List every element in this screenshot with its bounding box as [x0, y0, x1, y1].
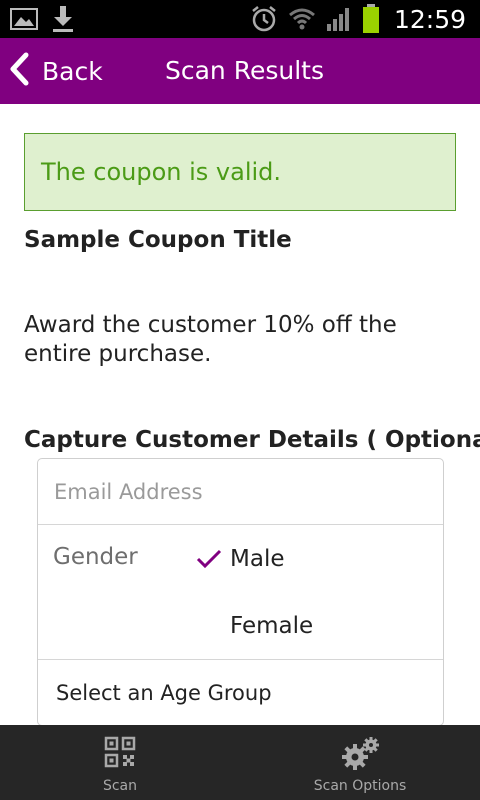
alarm-icon: [250, 5, 278, 33]
age-group-label: Select an Age Group: [56, 681, 272, 705]
nav-label: Scan Options: [313, 778, 407, 794]
nav-item-scan[interactable]: Scan: [0, 725, 240, 800]
gender-option-label: Male: [230, 546, 285, 572]
valid-status-banner: The coupon is valid.: [24, 133, 456, 211]
qr-code-icon: [104, 736, 136, 772]
back-button[interactable]: Back: [8, 38, 103, 104]
customer-details-form: Gender Male Female Select an Age Group: [37, 458, 444, 725]
coupon-title: Sample Coupon Title: [24, 227, 292, 253]
email-field[interactable]: [38, 459, 443, 525]
signal-icon: [326, 6, 352, 32]
nav-label: Scan: [102, 778, 138, 794]
coupon-description: Award the customer 10% off the entire pu…: [24, 312, 397, 367]
clock: 12:59: [393, 4, 466, 34]
scan-results-content[interactable]: The coupon is valid. Sample Coupon Title…: [0, 104, 480, 725]
battery-icon: [362, 4, 380, 34]
action-bar: Back Scan Results: [0, 38, 480, 104]
gender-label: Gender: [53, 544, 138, 570]
gender-option-male[interactable]: Male: [188, 529, 443, 589]
nav-item-scan-options[interactable]: Scan Options: [240, 725, 480, 800]
page-title: Scan Results: [165, 56, 324, 85]
age-group-select[interactable]: Select an Age Group: [38, 660, 443, 725]
chevron-left-icon: [8, 52, 30, 90]
back-label: Back: [42, 56, 103, 86]
gender-option-label: Female: [230, 613, 314, 639]
status-message: The coupon is valid.: [41, 158, 282, 186]
customer-details-header: Capture Customer Details ( Optional ): [24, 427, 480, 453]
check-icon: [188, 549, 230, 569]
wifi-icon: [288, 6, 316, 32]
gender-option-female[interactable]: Female: [188, 596, 443, 656]
gears-icon: [340, 736, 380, 776]
status-bar: 12:59: [0, 0, 480, 38]
bottom-nav: Scan Scan Options: [0, 725, 480, 800]
download-icon: [52, 5, 74, 33]
image-notification-icon: [10, 7, 38, 31]
